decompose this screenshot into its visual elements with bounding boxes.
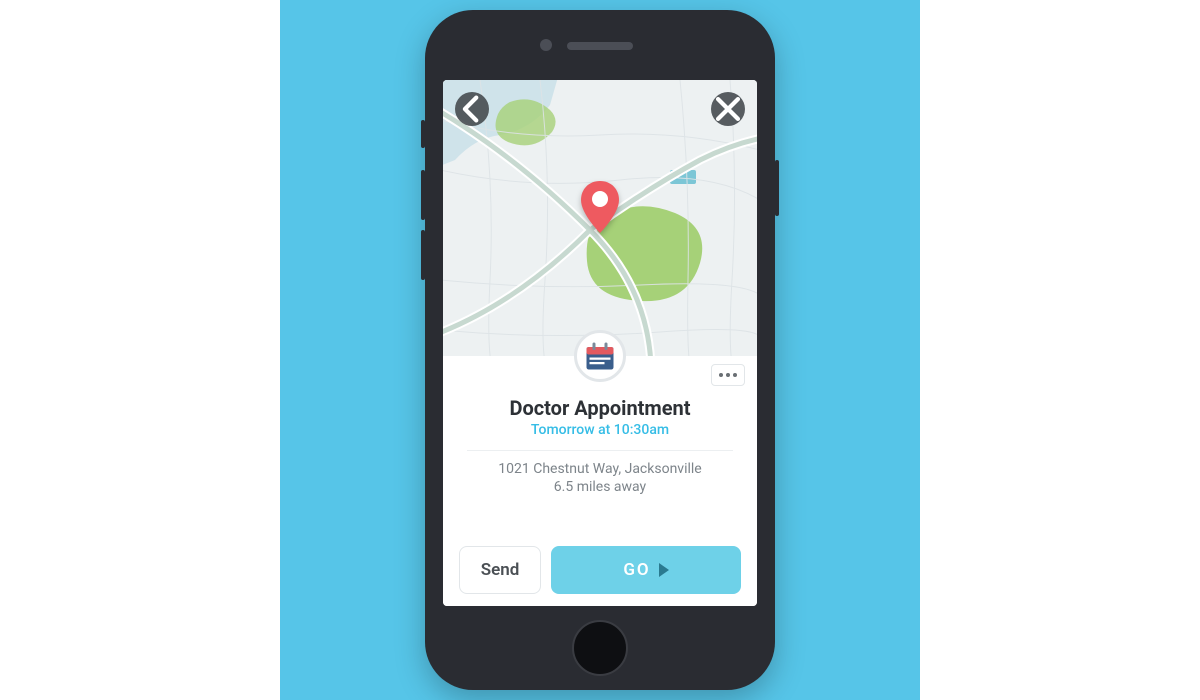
send-button[interactable]: Send bbox=[459, 546, 541, 594]
phone-volume-up bbox=[421, 170, 425, 220]
pin-icon bbox=[578, 179, 622, 235]
play-icon bbox=[659, 563, 669, 577]
calendar-icon bbox=[582, 338, 618, 374]
event-time: Tomorrow at 10:30am bbox=[459, 422, 741, 438]
stage-background: Doctor Appointment Tomorrow at 10:30am 1… bbox=[280, 0, 920, 700]
close-button[interactable] bbox=[711, 92, 745, 126]
action-row: Send GO bbox=[459, 534, 741, 594]
dot-icon bbox=[719, 373, 723, 377]
phone-speaker bbox=[567, 42, 633, 50]
map-pin[interactable] bbox=[578, 179, 622, 235]
send-button-label: Send bbox=[481, 560, 520, 580]
event-address: 1021 Chestnut Way, Jacksonville bbox=[459, 461, 741, 477]
event-distance: 6.5 miles away bbox=[459, 479, 741, 495]
phone-camera bbox=[540, 39, 552, 51]
chevron-left-icon bbox=[455, 92, 489, 126]
go-button[interactable]: GO bbox=[551, 546, 741, 594]
dot-icon bbox=[726, 373, 730, 377]
close-icon bbox=[711, 92, 745, 126]
back-button[interactable] bbox=[455, 92, 489, 126]
app-screen: Doctor Appointment Tomorrow at 10:30am 1… bbox=[443, 80, 757, 606]
phone-home-button[interactable] bbox=[572, 620, 628, 676]
event-card: Doctor Appointment Tomorrow at 10:30am 1… bbox=[443, 356, 757, 606]
go-button-label: GO bbox=[623, 560, 650, 580]
phone-volume-down bbox=[421, 230, 425, 280]
event-type-icon bbox=[574, 330, 626, 382]
phone-frame: Doctor Appointment Tomorrow at 10:30am 1… bbox=[425, 10, 775, 690]
dot-icon bbox=[733, 373, 737, 377]
event-title: Doctor Appointment bbox=[459, 396, 741, 420]
more-options-button[interactable] bbox=[711, 364, 745, 386]
divider bbox=[467, 450, 733, 451]
phone-mute-switch bbox=[421, 120, 425, 148]
